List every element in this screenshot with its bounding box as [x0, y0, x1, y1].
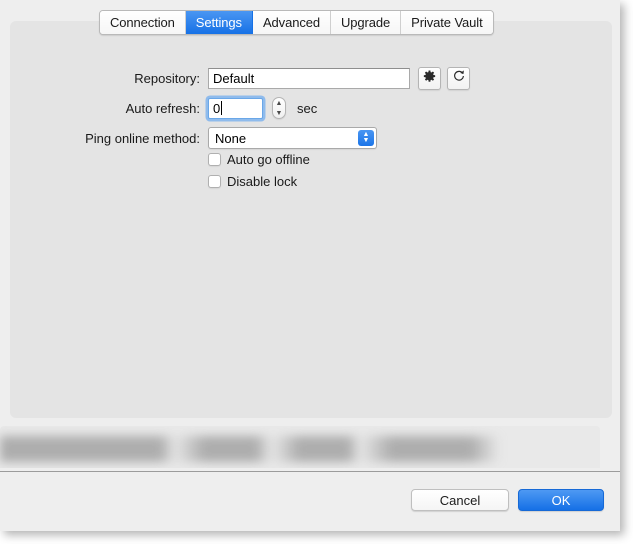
repository-row: Repository: Default	[10, 67, 602, 90]
disable-lock-label[interactable]: Disable lock	[227, 174, 297, 189]
auto-refresh-stepper[interactable]: ▲ ▼	[272, 97, 286, 119]
repository-settings-button[interactable]	[418, 67, 441, 90]
ok-button[interactable]: OK	[518, 489, 604, 511]
tab-private-vault[interactable]: Private Vault	[401, 11, 493, 34]
repository-refresh-button[interactable]	[447, 67, 470, 90]
repository-label: Repository:	[134, 71, 200, 86]
tab-connection[interactable]: Connection	[100, 11, 186, 34]
cancel-button[interactable]: Cancel	[411, 489, 509, 511]
gear-icon	[423, 69, 436, 88]
ping-online-method-label: Ping online method:	[85, 130, 200, 146]
tab-settings[interactable]: Settings	[185, 11, 253, 34]
settings-dialog-window: Repository: Default Auto refresh: 0 ▲ ▼ …	[0, 0, 620, 531]
chevron-up-down-icon[interactable]: ▲ ▼	[358, 130, 374, 146]
disable-lock-checkbox[interactable]	[208, 175, 221, 188]
auto-refresh-label: Auto refresh:	[125, 100, 200, 116]
refresh-icon	[452, 69, 466, 88]
ping-online-method-row: Ping online method: None ▲ ▼	[10, 127, 602, 149]
redacted-status-strip	[0, 426, 600, 468]
auto-go-offline-checkbox[interactable]	[208, 153, 221, 166]
text-caret	[221, 101, 223, 115]
chevron-down-icon[interactable]: ▼	[276, 110, 283, 117]
auto-refresh-input[interactable]: 0	[208, 97, 263, 119]
chevron-up-icon[interactable]: ▲	[276, 100, 283, 107]
tab-bar: Connection Settings Advanced Upgrade Pri…	[99, 10, 494, 35]
auto-go-offline-label[interactable]: Auto go offline	[227, 152, 310, 167]
tab-advanced[interactable]: Advanced	[252, 11, 331, 34]
repository-input-value: Default	[213, 71, 255, 86]
auto-refresh-unit: sec	[297, 100, 318, 116]
auto-refresh-row: Auto refresh: 0 ▲ ▼ sec	[10, 97, 602, 119]
auto-go-offline-checkbox-row[interactable]: Auto go offline	[208, 152, 310, 167]
disable-lock-checkbox-row[interactable]: Disable lock	[208, 174, 297, 189]
ping-online-method-value: None	[215, 130, 247, 146]
settings-panel: Repository: Default Auto refresh: 0 ▲ ▼ …	[10, 21, 612, 418]
tab-upgrade[interactable]: Upgrade	[331, 11, 402, 34]
redacted-text-blur	[0, 436, 598, 462]
auto-refresh-input-value: 0	[213, 100, 221, 116]
footer-bar: Cancel OK	[0, 472, 620, 531]
ping-online-method-select[interactable]: None ▲ ▼	[208, 127, 377, 149]
repository-input[interactable]: Default	[208, 68, 410, 89]
chevron-down-glyph: ▼	[362, 137, 370, 144]
